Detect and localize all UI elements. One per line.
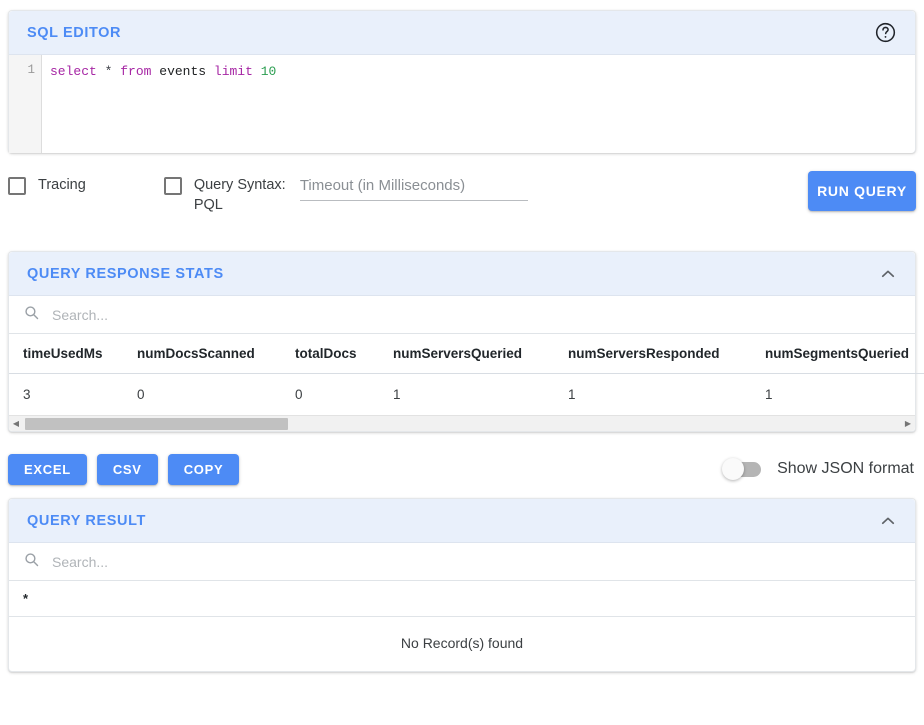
stats-cell: 0 <box>295 374 393 416</box>
search-icon <box>23 304 40 326</box>
query-result-title: QUERY RESULT <box>27 513 146 529</box>
query-result-panel: QUERY RESULT * No Record(s) found <box>8 498 916 672</box>
stats-cell: 1 <box>393 374 568 416</box>
stats-column-header: totalDocs <box>295 334 393 374</box>
chevron-up-icon[interactable] <box>879 512 897 530</box>
query-syntax-control: Query Syntax: PQL <box>164 175 290 215</box>
stats-column-header: numServersQueried <box>393 334 568 374</box>
tracing-control: Tracing <box>8 175 86 195</box>
query-controls-row: Tracing Query Syntax: PQL RUN QUERY <box>8 161 916 251</box>
query-response-stats-panel: QUERY RESPONSE STATS timeUsedMsnumDocsSc… <box>8 251 916 432</box>
stats-body: 300111 <box>9 374 924 416</box>
query-syntax-label: Query Syntax: PQL <box>194 175 290 215</box>
scroll-left-arrow[interactable]: ◀ <box>9 419 23 428</box>
chevron-up-icon[interactable] <box>879 265 897 283</box>
tracing-checkbox[interactable] <box>8 177 26 195</box>
stats-column-header: numSegmentsQueried <box>765 334 924 374</box>
stats-column-header: numDocsScanned <box>137 334 295 374</box>
toggle-knob <box>722 458 744 480</box>
no-records-message: No Record(s) found <box>9 616 915 671</box>
scroll-track[interactable] <box>23 416 901 432</box>
export-excel-button[interactable]: EXCEL <box>8 454 87 485</box>
stats-cell: 0 <box>137 374 295 416</box>
sql-editor-header: SQL EDITOR <box>9 11 915 55</box>
timeout-field-wrap <box>300 175 528 201</box>
export-actions-row: EXCEL CSV COPY Show JSON format <box>8 440 916 498</box>
stats-column-header: timeUsedMs <box>9 334 137 374</box>
show-json-format-label: Show JSON format <box>777 460 914 478</box>
scroll-right-arrow[interactable]: ▶ <box>901 419 915 428</box>
query-result-header[interactable]: QUERY RESULT <box>9 499 915 543</box>
editor-line-number: 1 <box>9 55 42 153</box>
search-icon <box>23 551 40 573</box>
query-response-stats-table: timeUsedMsnumDocsScannedtotalDocsnumServ… <box>9 334 924 415</box>
stats-cell: 3 <box>9 374 137 416</box>
stats-horizontal-scrollbar[interactable]: ◀ ▶ <box>9 415 915 431</box>
stats-search-input[interactable] <box>50 306 901 324</box>
run-query-button[interactable]: RUN QUERY <box>808 171 916 211</box>
query-console-page: SQL EDITOR 1 select * from events limit … <box>0 10 924 725</box>
tracing-label: Tracing <box>38 175 86 195</box>
show-json-format-toggle[interactable] <box>725 462 761 477</box>
stats-column-header: numServersResponded <box>568 334 765 374</box>
query-response-stats-header[interactable]: QUERY RESPONSE STATS <box>9 252 915 296</box>
scroll-thumb[interactable] <box>25 418 288 430</box>
stats-search-row[interactable] <box>9 296 915 334</box>
result-search-row[interactable] <box>9 543 915 581</box>
stats-table-row: 300111 <box>9 374 924 416</box>
export-csv-button[interactable]: CSV <box>97 454 158 485</box>
result-column-header: * <box>9 581 915 616</box>
copy-button[interactable]: COPY <box>168 454 240 485</box>
json-format-toggle-group: Show JSON format <box>725 460 914 478</box>
timeout-input[interactable] <box>300 175 528 201</box>
stats-header-row: timeUsedMsnumDocsScannedtotalDocsnumServ… <box>9 334 924 374</box>
sql-editor-panel: SQL EDITOR 1 select * from events limit … <box>8 10 916 153</box>
stats-cell: 1 <box>765 374 924 416</box>
sql-editor-title: SQL EDITOR <box>27 25 121 41</box>
sql-editor-body[interactable]: 1 select * from events limit 10 <box>9 55 915 153</box>
question-circle-icon[interactable] <box>874 21 897 44</box>
sql-query-code[interactable]: select * from events limit 10 <box>42 55 915 153</box>
stats-cell: 1 <box>568 374 765 416</box>
query-response-stats-title: QUERY RESPONSE STATS <box>27 266 224 282</box>
result-search-input[interactable] <box>50 553 901 571</box>
query-syntax-checkbox[interactable] <box>164 177 182 195</box>
